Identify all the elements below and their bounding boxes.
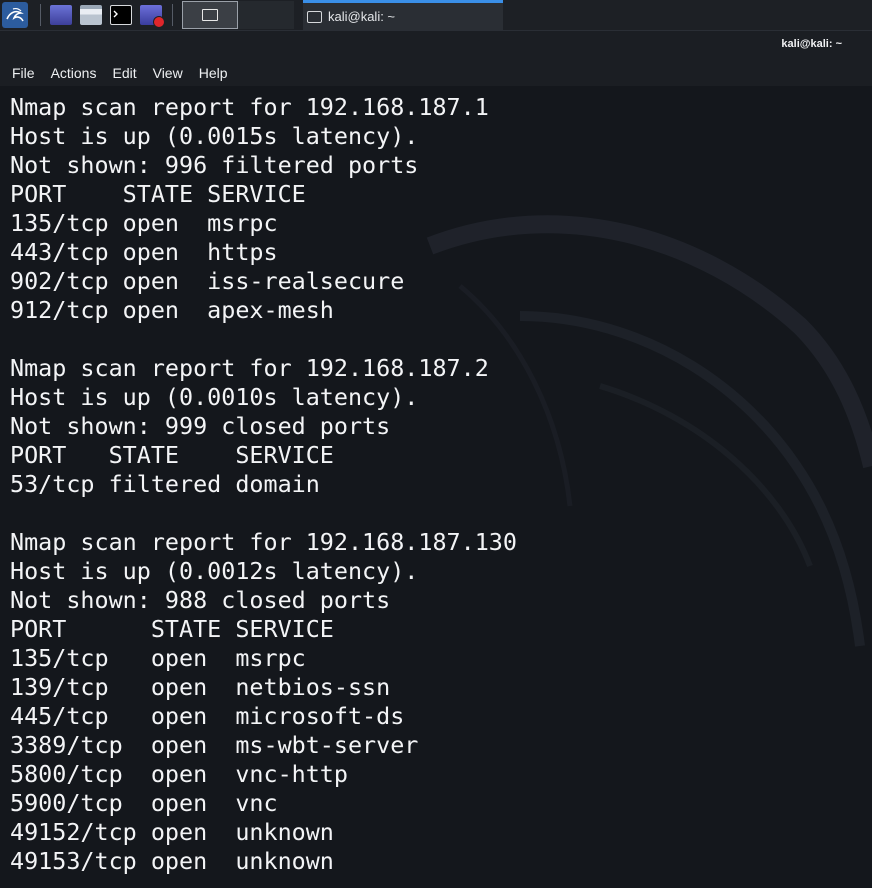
terminal-line: 902/tcp open iss-realsecure — [10, 267, 405, 295]
terminal-line: 135/tcp open msrpc — [10, 644, 306, 672]
terminal-view[interactable]: Nmap scan report for 192.168.187.1 Host i… — [0, 86, 872, 888]
top-panel: kali@kali: ~ — [0, 0, 872, 31]
panel-separator — [172, 4, 173, 26]
terminal-line: Not shown: 996 filtered ports — [10, 151, 419, 179]
terminal-line: 912/tcp open apex-mesh — [10, 296, 334, 324]
terminal-line: 139/tcp open netbios-ssn — [10, 673, 391, 701]
terminal-line: 49152/tcp open unknown — [10, 818, 334, 846]
menu-bar: File Actions Edit View Help — [0, 59, 872, 86]
terminal-line: 3389/tcp open ms-wbt-server — [10, 731, 419, 759]
terminal-line: Nmap scan report for 192.168.187.2 — [10, 354, 489, 382]
workspace-2-button[interactable] — [238, 1, 294, 29]
terminal-line: 135/tcp open msrpc — [10, 209, 278, 237]
terminal-line: 49153/tcp open unknown — [10, 847, 334, 875]
terminal-line: 5900/tcp open vnc — [10, 789, 278, 817]
terminal-launcher-icon[interactable] — [110, 5, 132, 25]
screen-recorder-icon[interactable] — [140, 5, 165, 28]
file-manager-icon[interactable] — [80, 5, 102, 25]
taskbar-terminal-task[interactable]: kali@kali: ~ — [303, 0, 503, 30]
terminal-line: Not shown: 988 closed ports — [10, 586, 391, 614]
workspace-1-button[interactable] — [182, 1, 238, 29]
panel-separator — [40, 4, 41, 26]
terminal-icon — [307, 10, 322, 23]
terminal-line: 5800/tcp open vnc-http — [10, 760, 348, 788]
terminal-output: Nmap scan report for 192.168.187.1 Host i… — [10, 93, 517, 876]
terminal-window-icon — [202, 9, 218, 21]
menu-file[interactable]: File — [6, 62, 41, 84]
window-titlebar[interactable]: kali@kali: ~ — [0, 31, 872, 59]
terminal-line: Nmap scan report for 192.168.187.1 — [10, 93, 489, 121]
task-label: kali@kali: ~ — [328, 9, 396, 24]
record-badge-icon — [153, 16, 165, 28]
terminal-line: Not shown: 999 closed ports — [10, 412, 391, 440]
terminal-line: Nmap scan report for 192.168.187.130 — [10, 528, 517, 556]
show-desktop-icon[interactable] — [50, 5, 72, 25]
menu-view[interactable]: View — [147, 62, 189, 84]
kali-menu-icon[interactable] — [2, 2, 28, 28]
terminal-line: 443/tcp open https — [10, 238, 278, 266]
menu-help[interactable]: Help — [193, 62, 234, 84]
window-title: kali@kali: ~ — [781, 38, 842, 50]
menu-actions[interactable]: Actions — [45, 62, 103, 84]
terminal-line: PORT STATE SERVICE — [10, 615, 334, 643]
terminal-line: PORT STATE SERVICE — [10, 180, 306, 208]
terminal-line: 53/tcp filtered domain — [10, 470, 320, 498]
menu-edit[interactable]: Edit — [106, 62, 142, 84]
terminal-line: Host is up (0.0010s latency). — [10, 383, 419, 411]
terminal-line: Host is up (0.0015s latency). — [10, 122, 419, 150]
terminal-line: 445/tcp open microsoft-ds — [10, 702, 405, 730]
terminal-line: Host is up (0.0012s latency). — [10, 557, 419, 585]
terminal-line: PORT STATE SERVICE — [10, 441, 334, 469]
